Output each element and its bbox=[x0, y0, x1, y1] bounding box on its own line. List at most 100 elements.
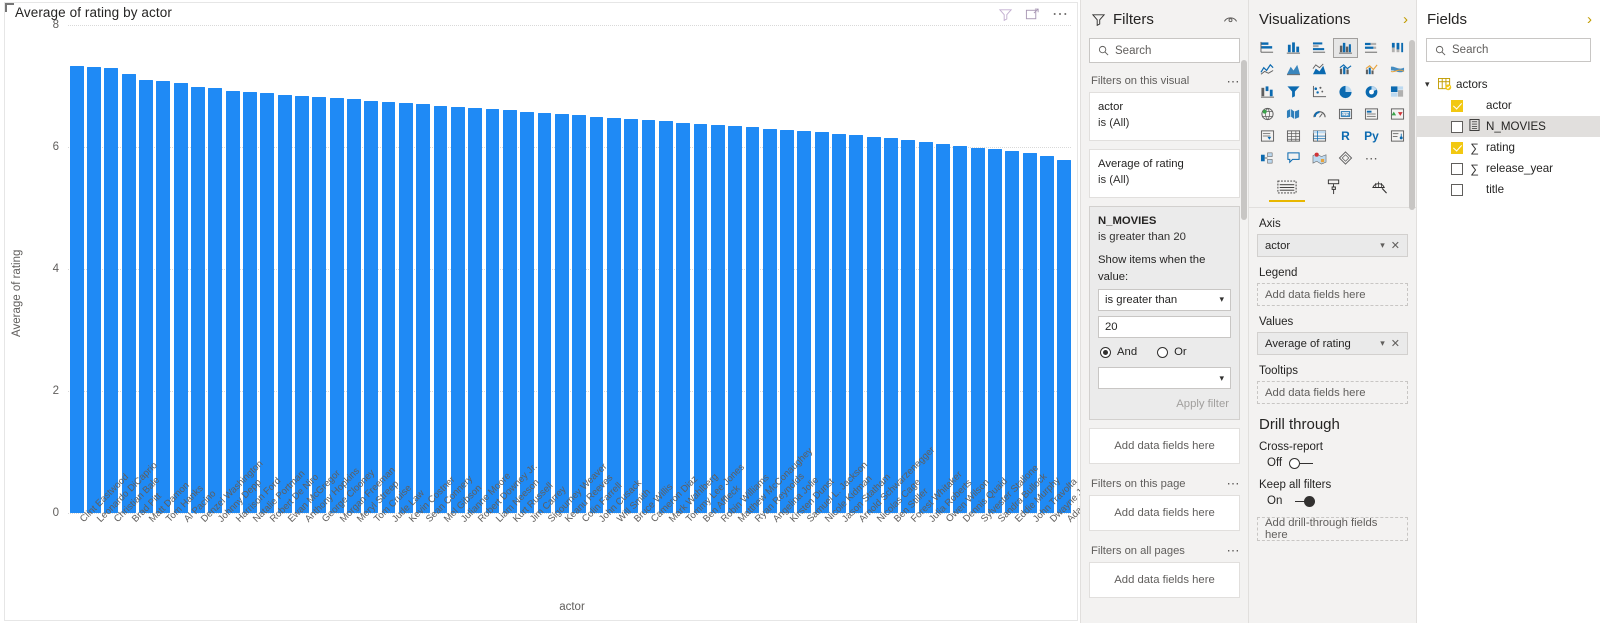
bar[interactable] bbox=[866, 136, 881, 513]
fields-search-input[interactable]: Search bbox=[1426, 38, 1591, 62]
filter-icon[interactable] bbox=[998, 7, 1013, 22]
stacked-column-chart-icon[interactable] bbox=[1281, 38, 1306, 58]
filter-second-condition-select[interactable]: ▾ bbox=[1098, 367, 1231, 390]
bar[interactable] bbox=[936, 143, 950, 513]
apply-filter-button[interactable]: Apply filter bbox=[1098, 394, 1231, 414]
chevron-down-icon[interactable]: ▾ bbox=[1380, 338, 1385, 349]
field-checkbox[interactable] bbox=[1451, 162, 1463, 175]
bar[interactable] bbox=[398, 103, 413, 513]
bar[interactable] bbox=[173, 82, 188, 513]
bar[interactable] bbox=[849, 134, 864, 513]
remove-field-icon[interactable]: ✕ bbox=[1391, 337, 1400, 350]
stacked-area-chart-icon[interactable] bbox=[1307, 60, 1332, 80]
field-checkbox[interactable] bbox=[1451, 99, 1463, 112]
bar[interactable] bbox=[970, 147, 985, 513]
more-options-icon[interactable]: ⋯ bbox=[1052, 6, 1069, 22]
field-row-n_movies[interactable]: N_MOVIES bbox=[1417, 116, 1600, 137]
bar[interactable] bbox=[191, 86, 205, 513]
bar[interactable] bbox=[710, 125, 725, 513]
bar[interactable] bbox=[468, 107, 483, 513]
bar[interactable] bbox=[69, 65, 84, 513]
area-chart-icon[interactable] bbox=[1281, 60, 1306, 80]
filter-value-input[interactable]: 20 bbox=[1098, 316, 1231, 338]
bar[interactable] bbox=[381, 101, 396, 513]
radio-and[interactable] bbox=[1100, 346, 1111, 358]
matrix-icon[interactable] bbox=[1307, 126, 1332, 146]
bar[interactable] bbox=[450, 106, 465, 513]
well-values[interactable]: Average of rating ▾ ✕ bbox=[1257, 332, 1408, 355]
more-visuals-icon[interactable]: ⋯ bbox=[1359, 148, 1384, 168]
bar[interactable] bbox=[104, 68, 119, 513]
field-checkbox[interactable] bbox=[1451, 183, 1463, 196]
bar[interactable] bbox=[606, 117, 621, 513]
field-row-release_year[interactable]: ∑ release_year bbox=[1417, 158, 1600, 179]
donut-chart-icon[interactable] bbox=[1359, 82, 1384, 102]
focus-mode-icon[interactable] bbox=[1025, 7, 1040, 22]
filter-card-n-movies[interactable]: N_MOVIES is greater than 20 Show items w… bbox=[1089, 205, 1240, 420]
bar[interactable] bbox=[693, 123, 708, 513]
stacked-bar-chart-icon[interactable] bbox=[1255, 38, 1280, 58]
page-filter-dropzone[interactable]: Add data fields here bbox=[1089, 494, 1240, 531]
fields-tab[interactable] bbox=[1269, 178, 1305, 202]
well-axis[interactable]: actor ▾ ✕ bbox=[1257, 234, 1408, 257]
bar[interactable] bbox=[901, 140, 916, 513]
bar[interactable] bbox=[814, 132, 829, 513]
bar[interactable] bbox=[294, 95, 309, 513]
bar[interactable] bbox=[277, 94, 292, 513]
bar[interactable] bbox=[1057, 160, 1072, 513]
python-visual-icon[interactable]: Py bbox=[1359, 126, 1384, 146]
bar[interactable] bbox=[658, 121, 673, 513]
bar[interactable] bbox=[346, 99, 361, 513]
clustered-bar-chart-icon[interactable] bbox=[1307, 38, 1332, 58]
bar[interactable] bbox=[641, 120, 656, 513]
bar-series[interactable] bbox=[68, 25, 1073, 513]
well-legend[interactable]: Add data fields here bbox=[1257, 283, 1408, 306]
bar[interactable] bbox=[1022, 153, 1037, 513]
bar-chart-visual[interactable]: Average of rating by actor ⋯ Average of … bbox=[4, 2, 1116, 621]
visualization-type-grid[interactable]: 123 R Py ⋯ bbox=[1249, 38, 1416, 168]
card-icon[interactable]: 123 bbox=[1333, 104, 1358, 124]
field-row-actor[interactable]: actor bbox=[1417, 95, 1600, 116]
drill-through-dropzone[interactable]: Add drill-through fields here bbox=[1257, 517, 1408, 541]
section-more-icon[interactable]: ⋯ bbox=[1227, 544, 1241, 557]
bar[interactable] bbox=[572, 115, 587, 513]
chevron-down-icon[interactable]: ▾ bbox=[1380, 240, 1385, 251]
field-row-rating[interactable]: ∑ rating bbox=[1417, 137, 1600, 158]
bar[interactable] bbox=[433, 105, 448, 513]
bar[interactable] bbox=[520, 111, 535, 513]
analytics-tab[interactable] bbox=[1367, 177, 1392, 203]
table-icon[interactable] bbox=[1281, 126, 1306, 146]
pie-chart-icon[interactable] bbox=[1333, 82, 1358, 102]
line-chart-icon[interactable] bbox=[1255, 60, 1280, 80]
waterfall-chart-icon[interactable] bbox=[1255, 82, 1280, 102]
filter-card-actor[interactable]: actor is (All) bbox=[1089, 92, 1240, 141]
gauge-icon[interactable] bbox=[1307, 104, 1332, 124]
bar[interactable] bbox=[1040, 155, 1054, 513]
filter-card-average-of-rating[interactable]: Average of rating is (All) bbox=[1089, 148, 1240, 198]
bar[interactable] bbox=[1005, 151, 1020, 513]
funnel-icon[interactable] bbox=[1281, 82, 1306, 102]
r-script-visual-icon[interactable]: R bbox=[1333, 126, 1358, 146]
field-row-title[interactable]: title bbox=[1417, 179, 1600, 200]
treemap-icon[interactable] bbox=[1385, 82, 1410, 102]
format-tab[interactable] bbox=[1323, 177, 1345, 203]
bar[interactable] bbox=[87, 67, 101, 513]
cross-report-toggle[interactable] bbox=[1289, 457, 1315, 469]
filter-condition-select[interactable]: is greater than ▾ bbox=[1098, 289, 1231, 311]
bar[interactable] bbox=[502, 110, 517, 513]
field-checkbox[interactable] bbox=[1451, 120, 1463, 133]
bar[interactable] bbox=[988, 149, 1002, 513]
bar[interactable] bbox=[537, 112, 552, 513]
bar[interactable] bbox=[728, 126, 743, 513]
bar[interactable] bbox=[884, 138, 898, 513]
arcgis-maps-icon[interactable] bbox=[1307, 148, 1332, 168]
key-influencers-icon[interactable] bbox=[1385, 126, 1410, 146]
ribbon-chart-icon[interactable] bbox=[1385, 60, 1410, 80]
all-pages-filter-dropzone[interactable]: Add data fields here bbox=[1089, 561, 1240, 598]
slicer-icon[interactable] bbox=[1255, 126, 1280, 146]
100-stacked-column-chart-icon[interactable] bbox=[1385, 38, 1410, 58]
bar[interactable] bbox=[225, 90, 240, 513]
hide-pane-icon[interactable] bbox=[1223, 13, 1238, 26]
well-tooltips[interactable]: Add data fields here bbox=[1257, 381, 1408, 404]
line-clustered-column-chart-icon[interactable] bbox=[1359, 60, 1384, 80]
